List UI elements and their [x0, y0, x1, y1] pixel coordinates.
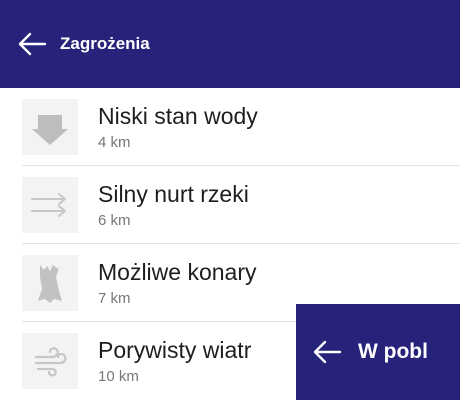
- hazard-distance: 10 km: [98, 368, 139, 385]
- hazard-name: Możliwe konary: [98, 259, 257, 285]
- low-water-icon: [22, 99, 78, 155]
- overlay-title: W pobl: [358, 340, 428, 363]
- hazard-distance: 7 km: [98, 290, 131, 307]
- branches-icon: [22, 255, 78, 311]
- app-screen: Zagrożenia Niski stan wody 4 km Silny nu…: [0, 0, 460, 400]
- arrow-left-icon: [313, 340, 342, 364]
- hazard-distance: 6 km: [98, 212, 131, 229]
- top-app-bar: Zagrożenia: [0, 0, 460, 88]
- page-title: Zagrożenia: [60, 34, 150, 53]
- arrow-left-icon: [18, 32, 47, 56]
- hazard-distance: 4 km: [98, 134, 131, 151]
- back-button[interactable]: [0, 0, 64, 88]
- hazard-name: Porywisty wiatr: [98, 337, 252, 363]
- hazard-item-low-water[interactable]: Niski stan wody 4 km: [0, 88, 460, 166]
- strong-current-icon: [22, 177, 78, 233]
- overlay-back-button[interactable]: [296, 304, 358, 400]
- wind-icon: [22, 333, 78, 389]
- hazard-name: Niski stan wody: [98, 103, 258, 129]
- hazard-item-strong-current[interactable]: Silny nurt rzeki 6 km: [0, 166, 460, 244]
- hazard-name: Silny nurt rzeki: [98, 181, 249, 207]
- overlay-app-bar: W pobl: [296, 304, 460, 400]
